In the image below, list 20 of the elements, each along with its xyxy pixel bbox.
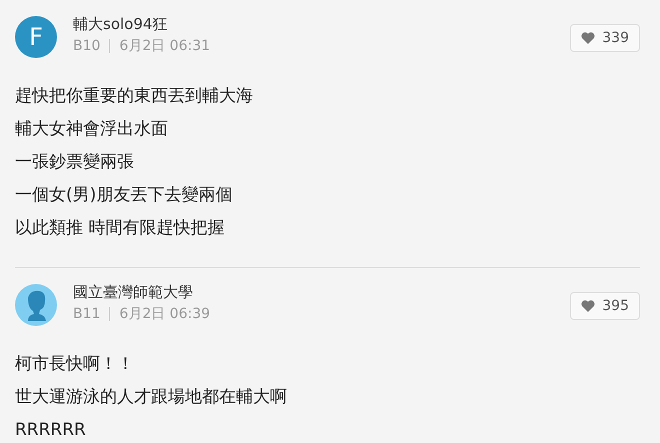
heart-icon [581, 300, 596, 312]
post-text-line: 以此類推 時間有限趕快把握 [15, 217, 226, 240]
avatar: F [15, 16, 57, 58]
author-name[interactable]: 國立臺灣師範大學 [73, 282, 554, 302]
floor-number: B10 [73, 37, 100, 55]
post-text-line: 一個女(男)朋友丟下去變兩個 [15, 184, 234, 207]
post-text-line: RRRRRR [15, 419, 87, 442]
like-button[interactable]: 395 [570, 292, 640, 320]
post-time: 6月2日 06:31 [119, 37, 210, 55]
avatar [15, 284, 57, 326]
post-time: 6月2日 06:39 [119, 305, 210, 323]
floor-number: B11 [73, 305, 100, 323]
heart-icon [581, 32, 596, 44]
author-name[interactable]: 輔大solo94狂 [73, 14, 554, 34]
post-text-line: 柯市長快啊！！ [15, 353, 135, 376]
like-button[interactable]: 339 [570, 24, 640, 52]
post-text-line: 輔大女神會浮出水面 [15, 118, 169, 141]
post-text-line: 世大運游泳的人才跟場地都在輔大啊 [15, 386, 288, 409]
post-text-line: 一張鈔票變兩張 [15, 151, 135, 174]
post-text-line: 趕快把你重要的東西丟到輔大海 [15, 85, 254, 108]
